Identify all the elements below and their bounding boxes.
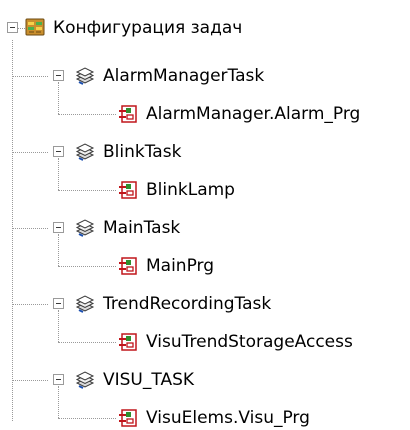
task-stack-icon xyxy=(75,371,95,389)
collapse-toggle-icon[interactable] xyxy=(53,374,64,385)
tree-task-node[interactable]: AlarmManagerTask xyxy=(0,64,410,88)
task-configuration-icon xyxy=(25,18,45,36)
task-label: BlinkTask xyxy=(103,142,182,162)
program-call-icon xyxy=(119,181,137,199)
tree-root-label: Конфигурация задач xyxy=(53,18,243,38)
program-label: VisuElems.Visu_Prg xyxy=(146,408,310,428)
task-stack-icon xyxy=(75,143,95,161)
program-label: VisuTrendStorageAccess xyxy=(146,332,353,352)
tree-program-node[interactable]: VisuElems.Visu_Prg xyxy=(0,406,410,430)
collapse-toggle-icon[interactable] xyxy=(53,298,64,309)
collapse-toggle-icon[interactable] xyxy=(53,70,64,81)
tree-task-node[interactable]: BlinkTask xyxy=(0,140,410,164)
program-label: AlarmManager.Alarm_Prg xyxy=(146,104,361,124)
tree-program-node[interactable]: VisuTrendStorageAccess xyxy=(0,330,410,354)
tree-program-node[interactable]: AlarmManager.Alarm_Prg xyxy=(0,102,410,126)
task-label: VISU_TASK xyxy=(103,370,195,390)
program-call-icon xyxy=(119,409,137,427)
task-label: TrendRecordingTask xyxy=(103,294,272,314)
program-call-icon xyxy=(119,333,137,351)
task-stack-icon xyxy=(75,295,95,313)
task-stack-icon xyxy=(75,67,95,85)
task-label: MainTask xyxy=(103,218,181,238)
collapse-toggle-icon[interactable] xyxy=(53,222,64,233)
tree-root-node[interactable]: Конфигурация задач xyxy=(0,16,410,40)
tree-program-node[interactable]: BlinkLamp xyxy=(0,178,410,202)
program-call-icon xyxy=(119,105,137,123)
collapse-toggle-icon[interactable] xyxy=(53,146,64,157)
task-label: AlarmManagerTask xyxy=(103,66,265,86)
tree-task-node[interactable]: MainTask xyxy=(0,216,410,240)
program-call-icon xyxy=(119,257,137,275)
task-configuration-tree: Конфигурация задач AlarmManagerTask Alar… xyxy=(0,0,410,428)
program-label: BlinkLamp xyxy=(146,180,235,200)
tree-program-node[interactable]: MainPrg xyxy=(0,254,410,278)
collapse-toggle-icon[interactable] xyxy=(7,22,18,33)
program-label: MainPrg xyxy=(146,256,215,276)
tree-task-node[interactable]: VISU_TASK xyxy=(0,368,410,392)
task-stack-icon xyxy=(75,219,95,237)
tree-task-node[interactable]: TrendRecordingTask xyxy=(0,292,410,316)
